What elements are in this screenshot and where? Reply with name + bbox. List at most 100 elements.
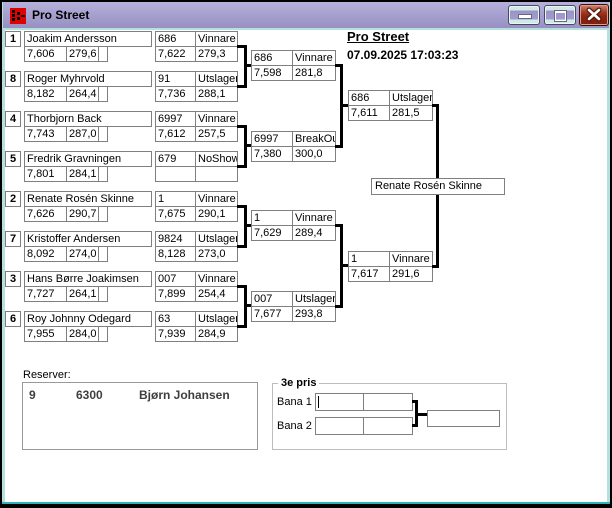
extra-field[interactable]: [98, 166, 108, 182]
result-time-field[interactable]: 7,598: [251, 65, 293, 81]
result-status-field[interactable]: Vinnare: [292, 50, 336, 66]
lane1-status-field[interactable]: [363, 393, 413, 411]
result-time-field[interactable]: 7,611: [348, 105, 390, 121]
qual-speed-field[interactable]: 279,6: [66, 46, 99, 62]
qual-time-field[interactable]: 7,743: [24, 126, 67, 142]
result-car-field[interactable]: 1: [251, 210, 293, 226]
result-speed-field[interactable]: 281,5: [389, 105, 433, 121]
result-status-field[interactable]: Utslagen: [195, 71, 238, 87]
reserves-listbox[interactable]: 9 6300 Bjørn Johansen: [22, 382, 258, 450]
qual-time-field[interactable]: 8,182: [24, 86, 67, 102]
racer-name-field[interactable]: Renate Rosén Skinne: [24, 191, 152, 207]
result-status-field[interactable]: Utslagen: [389, 90, 433, 106]
result-car-field[interactable]: 679: [155, 151, 196, 167]
qual-time-field[interactable]: 7,955: [24, 326, 67, 342]
minimize-button[interactable]: [508, 5, 540, 25]
result-status-field[interactable]: BreakOut: [292, 131, 336, 147]
window-frame-accent: [2, 502, 610, 504]
result-car-field[interactable]: 686: [348, 90, 390, 106]
result-time-field[interactable]: 7,612: [155, 126, 196, 142]
result-status-field[interactable]: Vinnare: [195, 271, 238, 287]
result-status-field[interactable]: Vinnare: [195, 31, 238, 47]
result-speed-field[interactable]: 293,8: [292, 306, 336, 322]
extra-field[interactable]: [98, 326, 108, 342]
result-speed-field[interactable]: 288,1: [195, 86, 238, 102]
result-time-field[interactable]: 8,128: [155, 246, 196, 262]
result-car-field[interactable]: 9824: [155, 231, 196, 247]
qual-time-field[interactable]: 7,626: [24, 206, 67, 222]
result-car-field[interactable]: 007: [251, 291, 293, 307]
result-speed-field[interactable]: 254,4: [195, 286, 238, 302]
result-car-field[interactable]: 6997: [155, 111, 196, 127]
winner-name-field[interactable]: Renate Rosén Skinne: [371, 178, 505, 195]
qual-speed-field[interactable]: 290,7: [66, 206, 99, 222]
racer-name-field[interactable]: Joakim Andersson: [24, 31, 152, 47]
result-speed-field[interactable]: 300,0: [292, 146, 336, 162]
extra-field[interactable]: [98, 286, 108, 302]
racer-name-field[interactable]: Hans Børre Joakimsen: [24, 271, 152, 287]
result-time-field[interactable]: 7,622: [155, 46, 196, 62]
qual-speed-field[interactable]: 284,0: [66, 326, 99, 342]
qual-speed-field[interactable]: 264,1: [66, 286, 99, 302]
app-icon: [10, 8, 26, 24]
qual-speed-field[interactable]: 264,4: [66, 86, 99, 102]
lane1-car-field[interactable]: [315, 393, 364, 411]
extra-field[interactable]: [98, 246, 108, 262]
result-time-field[interactable]: 7,736: [155, 86, 196, 102]
lane2-status-field[interactable]: [363, 417, 413, 435]
racer-name-field[interactable]: Kristoffer Andersen: [24, 231, 152, 247]
result-speed-field[interactable]: 291,6: [389, 266, 433, 282]
result-car-field[interactable]: 63: [155, 311, 196, 327]
racer-name-field[interactable]: Fredrik Gravningen: [24, 151, 152, 167]
result-time-field[interactable]: 7,629: [251, 225, 293, 241]
result-status-field[interactable]: Utslagen: [195, 231, 238, 247]
racer-name-field[interactable]: Roger Myhrvold: [24, 71, 152, 87]
result-status-field[interactable]: Vinnare: [389, 251, 433, 267]
extra-field[interactable]: [98, 46, 108, 62]
result-car-field[interactable]: 1: [155, 191, 196, 207]
qual-time-field[interactable]: 8,092: [24, 246, 67, 262]
qual-speed-field[interactable]: 284,1: [66, 166, 99, 182]
result-time-field[interactable]: 7,939: [155, 326, 196, 342]
result-car-field[interactable]: 007: [155, 271, 196, 287]
result-time-field[interactable]: 7,677: [251, 306, 293, 322]
result-status-field[interactable]: Vinnare: [195, 111, 238, 127]
result-car-field[interactable]: 686: [251, 50, 293, 66]
lane2-car-field[interactable]: [315, 417, 364, 435]
result-speed-field[interactable]: [195, 166, 238, 182]
result-car-field[interactable]: 91: [155, 71, 196, 87]
result-time-field[interactable]: 7,617: [348, 266, 390, 282]
result-car-field[interactable]: 6997: [251, 131, 293, 147]
result-time-field[interactable]: 7,380: [251, 146, 293, 162]
result-time-field[interactable]: [155, 166, 196, 182]
extra-field[interactable]: [98, 126, 108, 142]
result-status-field[interactable]: Utslagen: [195, 311, 238, 327]
result-speed-field[interactable]: 273,0: [195, 246, 238, 262]
result-status-field[interactable]: Vinnare: [195, 191, 238, 207]
result-status-field[interactable]: NoShow: [195, 151, 238, 167]
qual-speed-field[interactable]: 287,0: [66, 126, 99, 142]
close-button[interactable]: [579, 4, 609, 26]
qual-time-field[interactable]: 7,606: [24, 46, 67, 62]
result-speed-field[interactable]: 290,1: [195, 206, 238, 222]
result-speed-field[interactable]: 279,3: [195, 46, 238, 62]
extra-field[interactable]: [98, 86, 108, 102]
extra-field[interactable]: [98, 206, 108, 222]
qual-time-field[interactable]: 7,801: [24, 166, 67, 182]
maximize-button[interactable]: [544, 5, 576, 25]
result-speed-field[interactable]: 281,8: [292, 65, 336, 81]
result-speed-field[interactable]: 289,4: [292, 225, 336, 241]
result-speed-field[interactable]: 257,5: [195, 126, 238, 142]
result-time-field[interactable]: 7,675: [155, 206, 196, 222]
result-status-field[interactable]: Utslagen: [292, 291, 336, 307]
racer-name-field[interactable]: Roy Johnny Odegard: [24, 311, 152, 327]
qual-speed-field[interactable]: 274,0: [66, 246, 99, 262]
result-car-field[interactable]: 686: [155, 31, 196, 47]
result-speed-field[interactable]: 284,9: [195, 326, 238, 342]
result-status-field[interactable]: Vinnare: [292, 210, 336, 226]
third-prize-winner-field[interactable]: [427, 410, 500, 427]
qual-time-field[interactable]: 7,727: [24, 286, 67, 302]
racer-name-field[interactable]: Thorbjorn Back: [24, 111, 152, 127]
result-car-field[interactable]: 1: [348, 251, 390, 267]
result-time-field[interactable]: 7,899: [155, 286, 196, 302]
